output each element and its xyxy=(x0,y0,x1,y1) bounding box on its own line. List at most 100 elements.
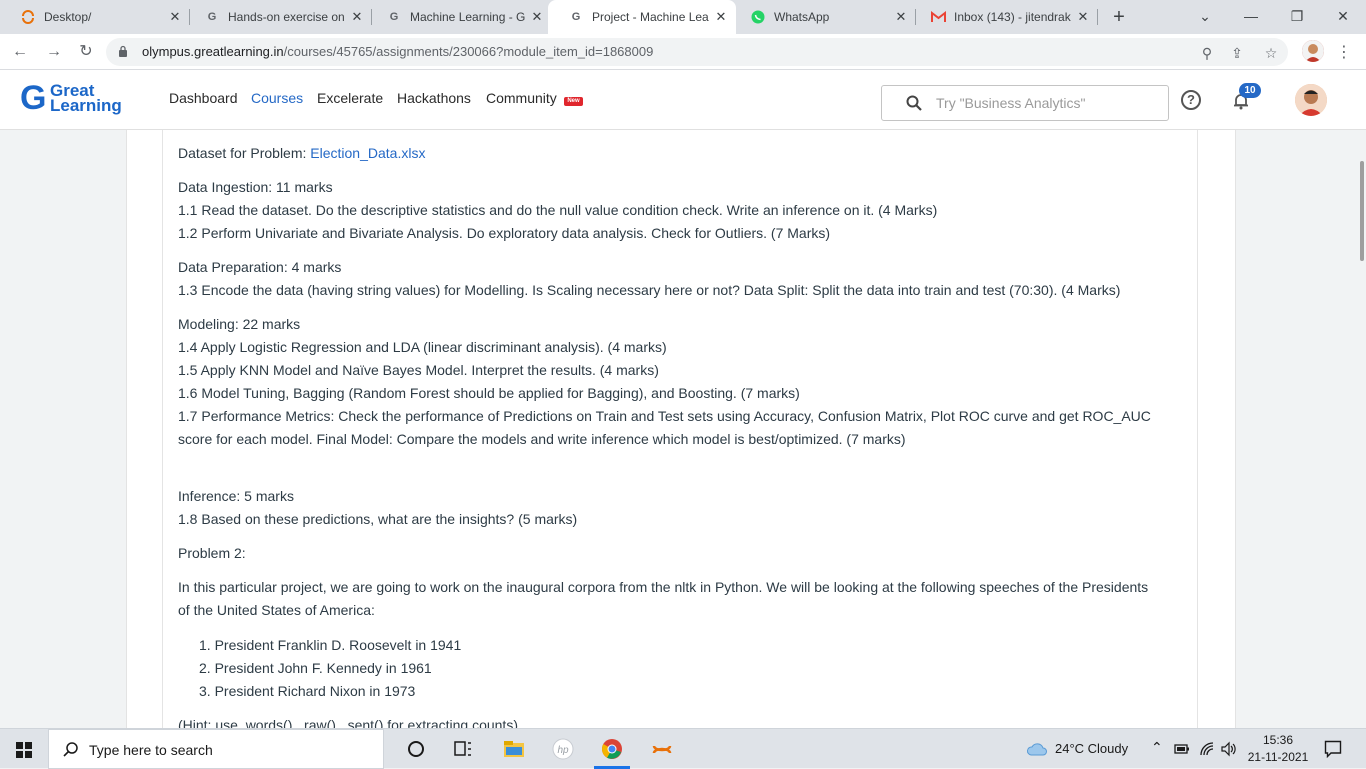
dataset-line: Dataset for Problem: Election_Data.xlsx xyxy=(178,145,425,161)
course-search-box[interactable] xyxy=(881,85,1169,121)
close-window-button[interactable]: ✕ xyxy=(1320,0,1366,34)
bookmark-star-icon[interactable]: ☆ xyxy=(1262,44,1280,62)
question-text: 1.7 Performance Metrics: Check the perfo… xyxy=(178,408,1151,424)
list-item: 3. President Richard Nixon in 1973 xyxy=(199,683,416,699)
great-learning-logo[interactable]: G Great Learning xyxy=(20,80,130,120)
close-tab-icon[interactable]: ✕ xyxy=(348,9,366,25)
hint-text: (Hint: use .words(), .raw(), .sent() for… xyxy=(178,717,518,728)
browser-menu-icon[interactable]: ⋮ xyxy=(1336,42,1352,62)
forward-arrow-icon[interactable]: → xyxy=(42,40,66,64)
hp-app-icon[interactable]: hp xyxy=(552,738,574,760)
clock-time: 15:36 xyxy=(1262,733,1294,747)
browser-tab[interactable]: G Machine Learning - G ✕ xyxy=(366,0,552,34)
tab-search-chevron-icon[interactable]: ⌄ xyxy=(1182,0,1228,34)
list-item: 2. President John F. Kennedy in 1961 xyxy=(199,660,432,676)
question-text: 1.6 Model Tuning, Bagging (Random Forest… xyxy=(178,385,800,401)
wifi-icon[interactable] xyxy=(1199,741,1215,757)
user-avatar[interactable] xyxy=(1295,84,1327,116)
browser-tab[interactable]: Inbox (143) - jitendrak ✕ xyxy=(910,0,1098,34)
chrome-icon[interactable] xyxy=(601,738,623,760)
whatsapp-icon xyxy=(750,9,766,25)
cloudy-weather-icon[interactable] xyxy=(1026,741,1048,757)
tab-title: Hands-on exercise on xyxy=(228,10,345,24)
close-tab-icon[interactable]: ✕ xyxy=(892,9,910,25)
question-text: score for each model. Final Model: Compa… xyxy=(178,431,906,447)
zoom-icon[interactable]: ⚲ xyxy=(1198,44,1216,62)
dataset-label: Dataset for Problem: xyxy=(178,145,311,161)
reload-icon[interactable]: ↻ xyxy=(74,40,98,64)
nav-courses[interactable]: Courses xyxy=(251,90,303,106)
action-center-icon[interactable] xyxy=(1324,740,1342,758)
nav-excelerate[interactable]: Excelerate xyxy=(317,90,383,106)
dataset-download-link[interactable]: Election_Data.xlsx xyxy=(310,145,425,161)
search-input[interactable] xyxy=(936,93,1156,113)
browser-tab[interactable]: WhatsApp ✕ xyxy=(730,0,916,34)
tab-title: Machine Learning - G xyxy=(410,10,526,24)
logo-g-mark: G xyxy=(20,79,47,117)
cortana-icon[interactable] xyxy=(405,738,427,760)
minimize-button[interactable]: — xyxy=(1228,0,1274,34)
clock-date: 21-11-2021 xyxy=(1247,750,1309,764)
question-text: 1.8 Based on these predictions, what are… xyxy=(178,511,578,527)
url-path: /courses/45765/assignments/230066?module… xyxy=(283,44,654,59)
tab-title: Inbox (143) - jitendrak xyxy=(954,10,1071,24)
browser-tab-active[interactable]: G Project - Machine Lea ✕ xyxy=(548,0,736,34)
url-text: olympus.greatlearning.in/courses/45765/a… xyxy=(142,44,653,59)
nav-dashboard[interactable]: Dashboard xyxy=(169,90,238,106)
windows-start-icon[interactable] xyxy=(16,742,32,758)
section-heading: Data Ingestion: 11 marks xyxy=(178,179,333,195)
show-hidden-icons-chevron-icon[interactable]: ⌃ xyxy=(1151,739,1163,756)
notification-count-badge: 10 xyxy=(1239,83,1261,98)
new-badge: New xyxy=(564,97,583,106)
task-view-icon[interactable] xyxy=(452,738,474,760)
question-text: 1.3 Encode the data (having string value… xyxy=(178,282,1121,298)
list-item: 1. President Franklin D. Roosevelt in 19… xyxy=(199,637,462,653)
restore-button[interactable]: ❐ xyxy=(1274,0,1320,34)
close-tab-icon[interactable]: ✕ xyxy=(1074,9,1092,25)
taskbar-search-text: Type here to search xyxy=(89,742,213,758)
system-clock[interactable]: 15:36 21-11-2021 xyxy=(1246,732,1310,766)
section-heading: Data Preparation: 4 marks xyxy=(178,259,342,275)
browser-tab[interactable]: Desktop/ ✕ xyxy=(0,0,190,34)
tab-title: WhatsApp xyxy=(774,10,830,24)
great-learning-icon: G xyxy=(389,11,399,23)
browser-tab-strip: Desktop/ ✕ G Hands-on exercise on ✕ G Ma… xyxy=(0,0,1366,34)
address-bar[interactable]: olympus.greatlearning.in/courses/45765/a… xyxy=(106,38,1288,66)
question-text: 1.2 Perform Univariate and Bivariate Ana… xyxy=(178,225,831,241)
share-icon[interactable]: ⇪ xyxy=(1228,44,1246,62)
great-learning-icon: G xyxy=(207,11,217,23)
back-arrow-icon[interactable]: ← xyxy=(8,40,32,64)
jupyter-icon[interactable] xyxy=(651,738,673,760)
svg-text:hp: hp xyxy=(557,745,569,756)
battery-icon[interactable] xyxy=(1174,742,1190,756)
windows-taskbar: Type here to search hp 24°C Cloudy ⌃ 15:… xyxy=(0,728,1366,769)
section-heading: Modeling: 22 marks xyxy=(178,316,301,332)
nav-hackathons[interactable]: Hackathons xyxy=(397,90,471,106)
paragraph-text: of the United States of America: xyxy=(178,602,375,618)
search-icon xyxy=(906,95,922,111)
tab-title: Project - Machine Lea xyxy=(592,10,709,24)
close-tab-icon[interactable]: ✕ xyxy=(166,9,184,25)
nav-community[interactable]: Community xyxy=(486,90,557,106)
gmail-icon xyxy=(930,9,946,25)
url-host: olympus.greatlearning.in xyxy=(142,44,284,59)
browser-tab[interactable]: G Hands-on exercise on ✕ xyxy=(184,0,372,34)
section-heading: Inference: 5 marks xyxy=(178,488,294,504)
taskbar-search-box[interactable]: Type here to search xyxy=(48,729,384,769)
great-learning-icon: G xyxy=(571,11,581,23)
volume-icon[interactable] xyxy=(1220,741,1238,757)
close-tab-icon[interactable]: ✕ xyxy=(528,9,546,25)
paragraph-text: In this particular project, we are going… xyxy=(178,579,1149,595)
logo-line-2: Learning xyxy=(50,96,122,115)
browser-profile-avatar[interactable] xyxy=(1302,40,1324,62)
help-icon[interactable]: ? xyxy=(1181,90,1201,110)
problem-heading: Problem 2: xyxy=(178,545,246,561)
file-explorer-icon[interactable] xyxy=(503,738,525,760)
question-text: 1.1 Read the dataset. Do the descriptive… xyxy=(178,202,938,218)
close-tab-icon[interactable]: ✕ xyxy=(712,9,730,25)
page-scrollbar[interactable] xyxy=(1360,161,1364,261)
new-tab-button[interactable]: + xyxy=(1108,6,1130,28)
app-refresh-icon xyxy=(20,9,36,25)
question-text: 1.5 Apply KNN Model and Naïve Bayes Mode… xyxy=(178,362,659,378)
weather-text[interactable]: 24°C Cloudy xyxy=(1055,741,1128,756)
